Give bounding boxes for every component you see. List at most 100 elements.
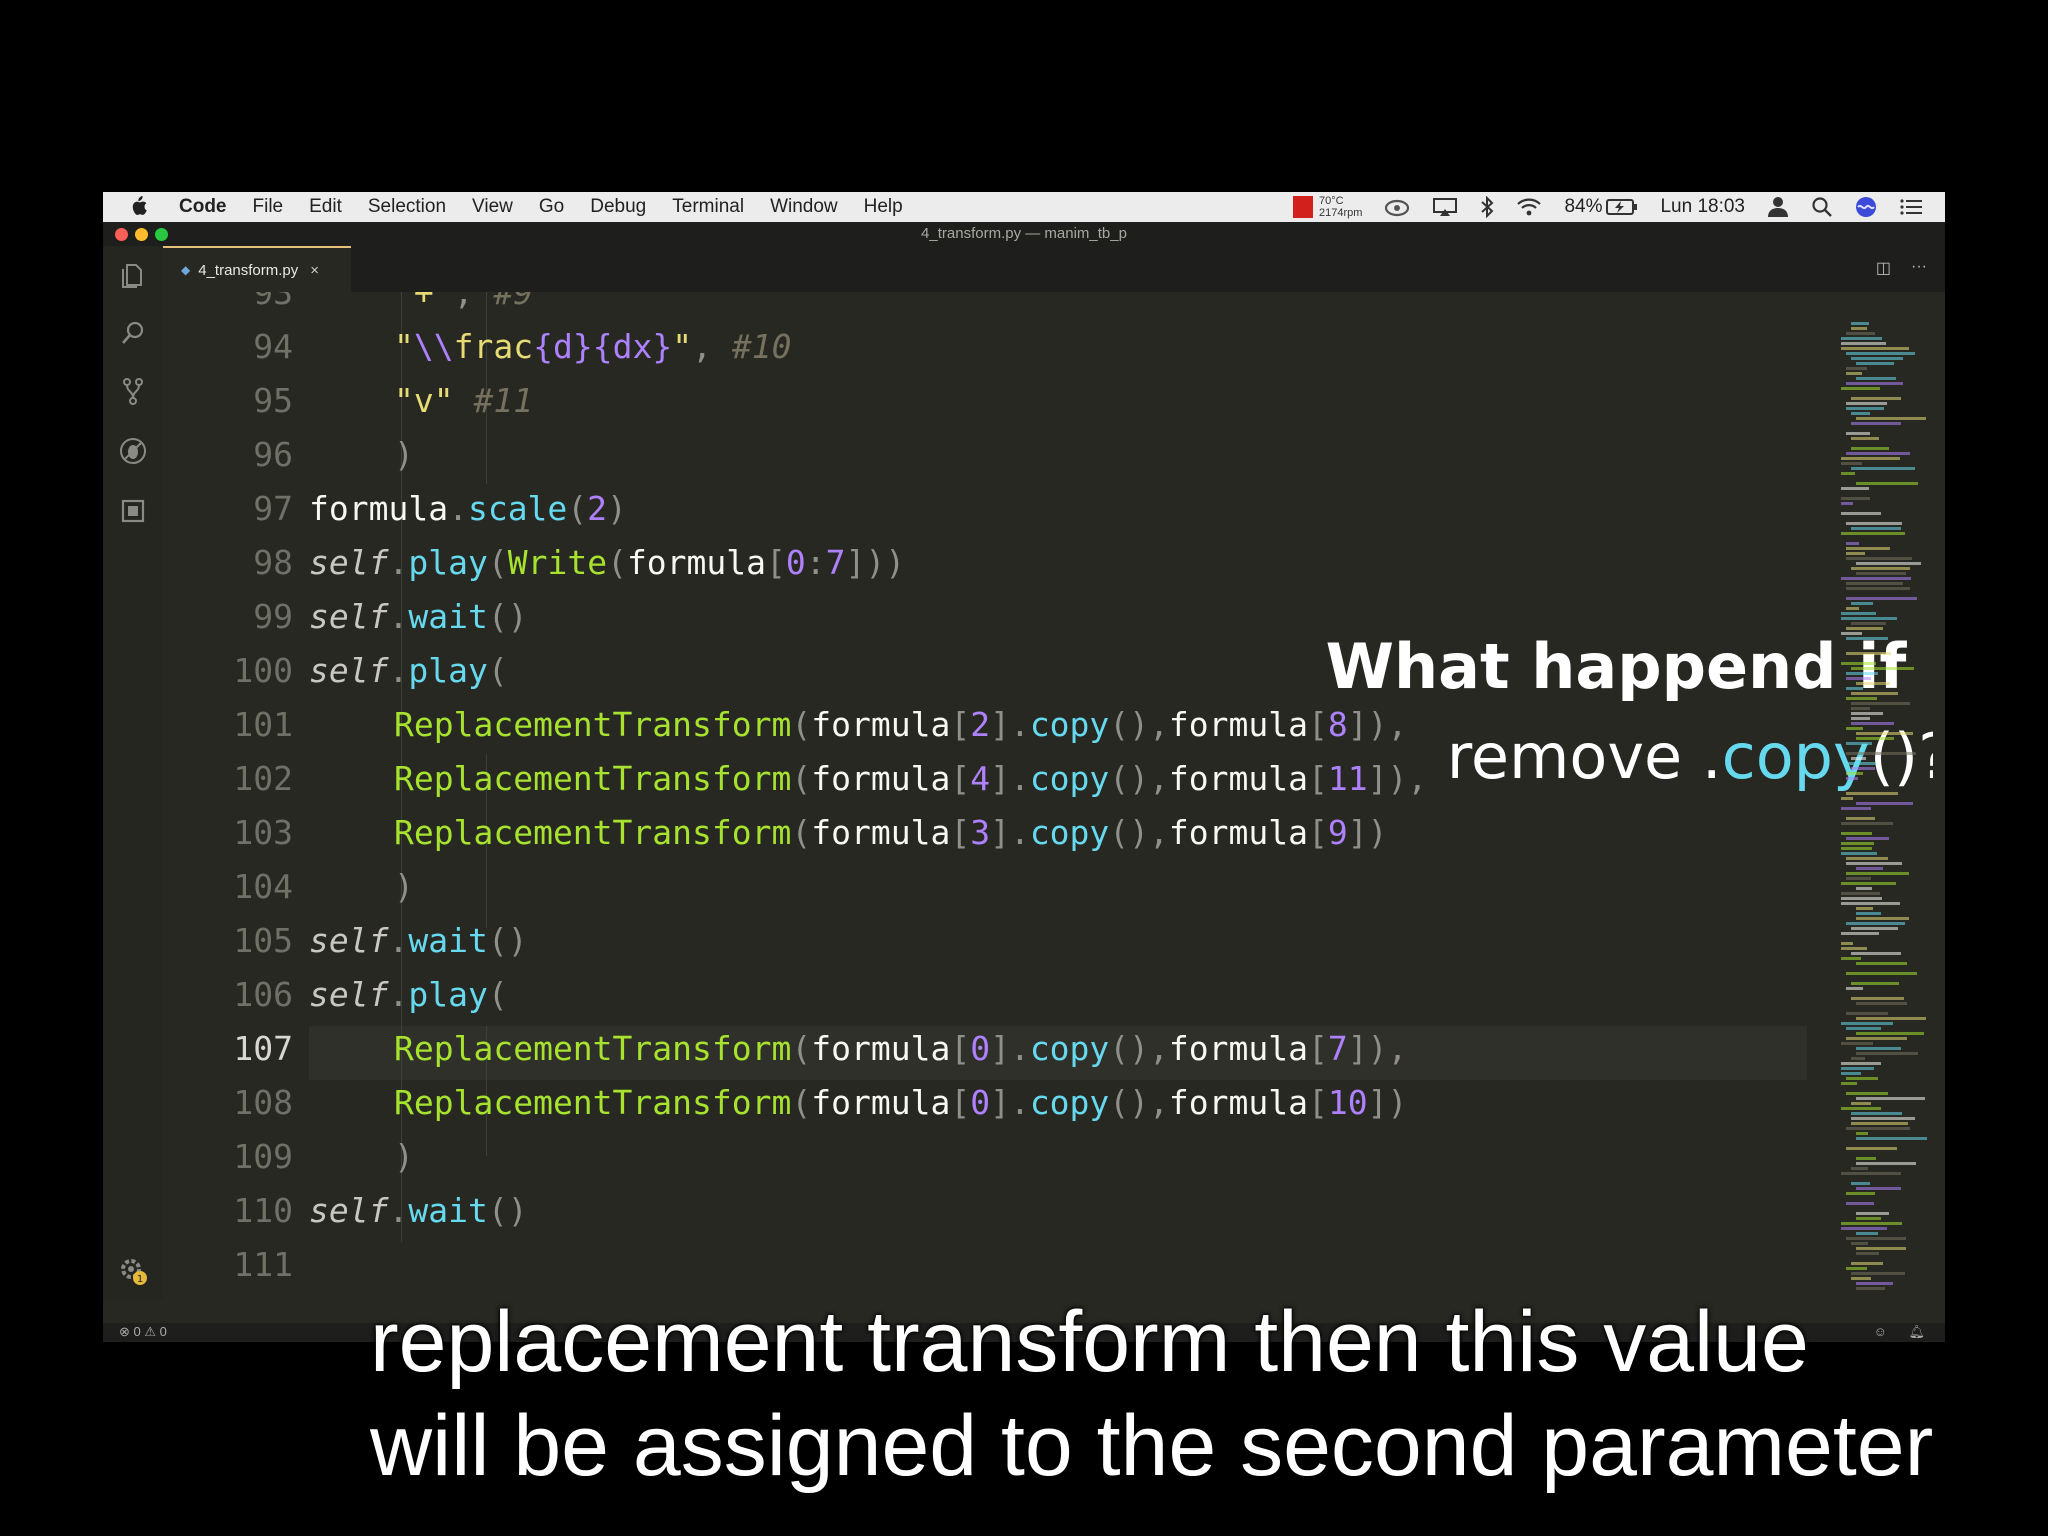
minimap-line (1846, 372, 1862, 375)
minimap-line (1841, 1072, 1861, 1075)
more-actions-icon[interactable]: ··· (1911, 258, 1927, 278)
line-number: 95 (253, 381, 293, 420)
code-line[interactable]: ReplacementTransform(formula[2].copy(),f… (394, 698, 1407, 752)
minimap-line (1851, 412, 1870, 415)
code-line[interactable]: self.play( (309, 644, 508, 698)
question-prefix: remove . (1446, 720, 1722, 793)
minimap-line (1841, 822, 1893, 825)
minimap-line (1851, 437, 1879, 440)
code-line[interactable]: self.wait() (309, 914, 528, 968)
minimap-line (1841, 617, 1897, 620)
menu-terminal[interactable]: Terminal (672, 196, 744, 218)
code-line[interactable]: self.wait() (309, 590, 528, 644)
creative-cloud-icon[interactable] (1384, 197, 1410, 217)
apple-icon[interactable] (129, 195, 147, 217)
code-line[interactable]: ) (394, 428, 414, 482)
minimap-line (1841, 342, 1886, 345)
minimap-line (1851, 717, 1870, 720)
notification-center-icon[interactable] (1899, 197, 1923, 217)
minimap-line (1851, 1112, 1902, 1115)
minimap-line (1846, 582, 1903, 585)
minimap-line (1846, 1202, 1874, 1205)
menu-debug[interactable]: Debug (590, 196, 646, 218)
app-menu-code[interactable]: Code (179, 196, 227, 218)
minimap-line (1851, 467, 1915, 470)
code-editor[interactable]: 93 94 95 96 97 98 99 100 101 102 103 104 105 106 107 10… (163, 292, 1933, 1301)
minimap-line (1846, 792, 1898, 795)
minimap-line (1846, 452, 1910, 455)
wifi-icon[interactable] (1516, 197, 1542, 217)
menu-help[interactable]: Help (864, 196, 903, 218)
menu-window[interactable]: Window (770, 196, 838, 218)
warnings-count[interactable]: ⚠ 0 (144, 1324, 167, 1339)
user-icon[interactable] (1767, 196, 1789, 218)
search-icon[interactable] (118, 318, 148, 348)
minimap-line (1841, 1067, 1874, 1070)
close-tab-icon[interactable]: × (310, 262, 319, 279)
temperature-value: 70°C (1319, 195, 1344, 207)
airplay-icon[interactable] (1432, 197, 1458, 217)
code-line[interactable]: "\\frac{d}{dx}", #10 (394, 320, 791, 374)
code-line[interactable]: ReplacementTransform(formula[0].copy(),f… (394, 1022, 1407, 1076)
extensions-icon[interactable] (118, 496, 148, 526)
editor-tabs: ◆ 4_transform.py × ◫ ··· (163, 246, 1945, 292)
code-line[interactable]: self.wait() (309, 1184, 528, 1238)
menu-file[interactable]: File (253, 196, 284, 218)
minimap-line (1851, 767, 1875, 770)
minimap-line (1856, 682, 1890, 685)
minimap-line (1856, 572, 1906, 575)
source-control-icon[interactable] (118, 376, 148, 406)
code-line[interactable]: ReplacementTransform(formula[0].copy(),f… (394, 1076, 1407, 1130)
temperature-widget[interactable]: 70°C 2174rpm (1293, 195, 1362, 219)
errors-count[interactable]: ⊗ 0 (119, 1324, 141, 1339)
minimap-line (1841, 797, 1853, 800)
siri-icon[interactable] (1855, 196, 1877, 218)
debug-icon[interactable] (118, 436, 148, 466)
battery-widget[interactable]: 84% (1564, 196, 1638, 218)
code-line[interactable]: ) (394, 860, 414, 914)
code-line[interactable]: ReplacementTransform(formula[4].copy(),f… (394, 752, 1427, 806)
line-number: 111 (233, 1245, 293, 1284)
code-line[interactable]: self.play(Write(formula[0:7])) (309, 536, 905, 590)
minimap[interactable] (1833, 292, 1933, 1301)
minimap-line (1846, 382, 1903, 385)
menu-view[interactable]: View (472, 196, 513, 218)
minimap-line (1851, 357, 1903, 360)
minimap-line (1846, 352, 1915, 355)
code-line[interactable]: ReplacementTransform(formula[3].copy(),f… (394, 806, 1388, 860)
code-line[interactable]: self.play( (309, 968, 508, 1022)
minimap-line (1856, 1247, 1906, 1250)
minimap-line (1841, 1107, 1881, 1110)
minimap-line (1851, 1117, 1915, 1120)
minimap-line (1856, 1217, 1881, 1220)
minimap-line (1856, 887, 1872, 890)
spotlight-search-icon[interactable] (1811, 196, 1833, 218)
menu-go[interactable]: Go (539, 196, 564, 218)
minimap-line (1846, 1147, 1897, 1150)
minimap-line (1846, 637, 1888, 640)
code-line[interactable]: ) (394, 1130, 414, 1184)
bluetooth-icon[interactable] (1480, 196, 1494, 218)
settings-gear-icon[interactable]: 1 (118, 1256, 148, 1286)
code-line[interactable]: formula.scale(2) (309, 482, 627, 536)
menu-selection[interactable]: Selection (368, 196, 446, 218)
minimap-line (1856, 1032, 1924, 1035)
explorer-icon[interactable] (118, 260, 148, 290)
line-number: 105 (233, 921, 293, 960)
minimap-line (1841, 662, 1876, 665)
minimap-line (1846, 697, 1877, 700)
minimap-line (1841, 807, 1871, 810)
minimap-line (1841, 932, 1879, 935)
split-editor-icon[interactable]: ◫ (1876, 258, 1891, 278)
code-line[interactable]: "+", #9 (394, 292, 533, 320)
subtitle-line-1: replacement transform then this value (370, 1294, 1809, 1390)
clock[interactable]: Lun 18:03 (1660, 196, 1745, 218)
tab-label: 4_transform.py (198, 261, 299, 279)
minimap-line (1846, 727, 1863, 730)
menu-edit[interactable]: Edit (309, 196, 342, 218)
minimap-line (1846, 1037, 1907, 1040)
code-line[interactable]: "v" #11 (394, 374, 533, 428)
minimap-line (1856, 1052, 1918, 1055)
tab-4-transform-py[interactable]: ◆ 4_transform.py × (163, 246, 351, 292)
minimap-line (1846, 777, 1858, 780)
